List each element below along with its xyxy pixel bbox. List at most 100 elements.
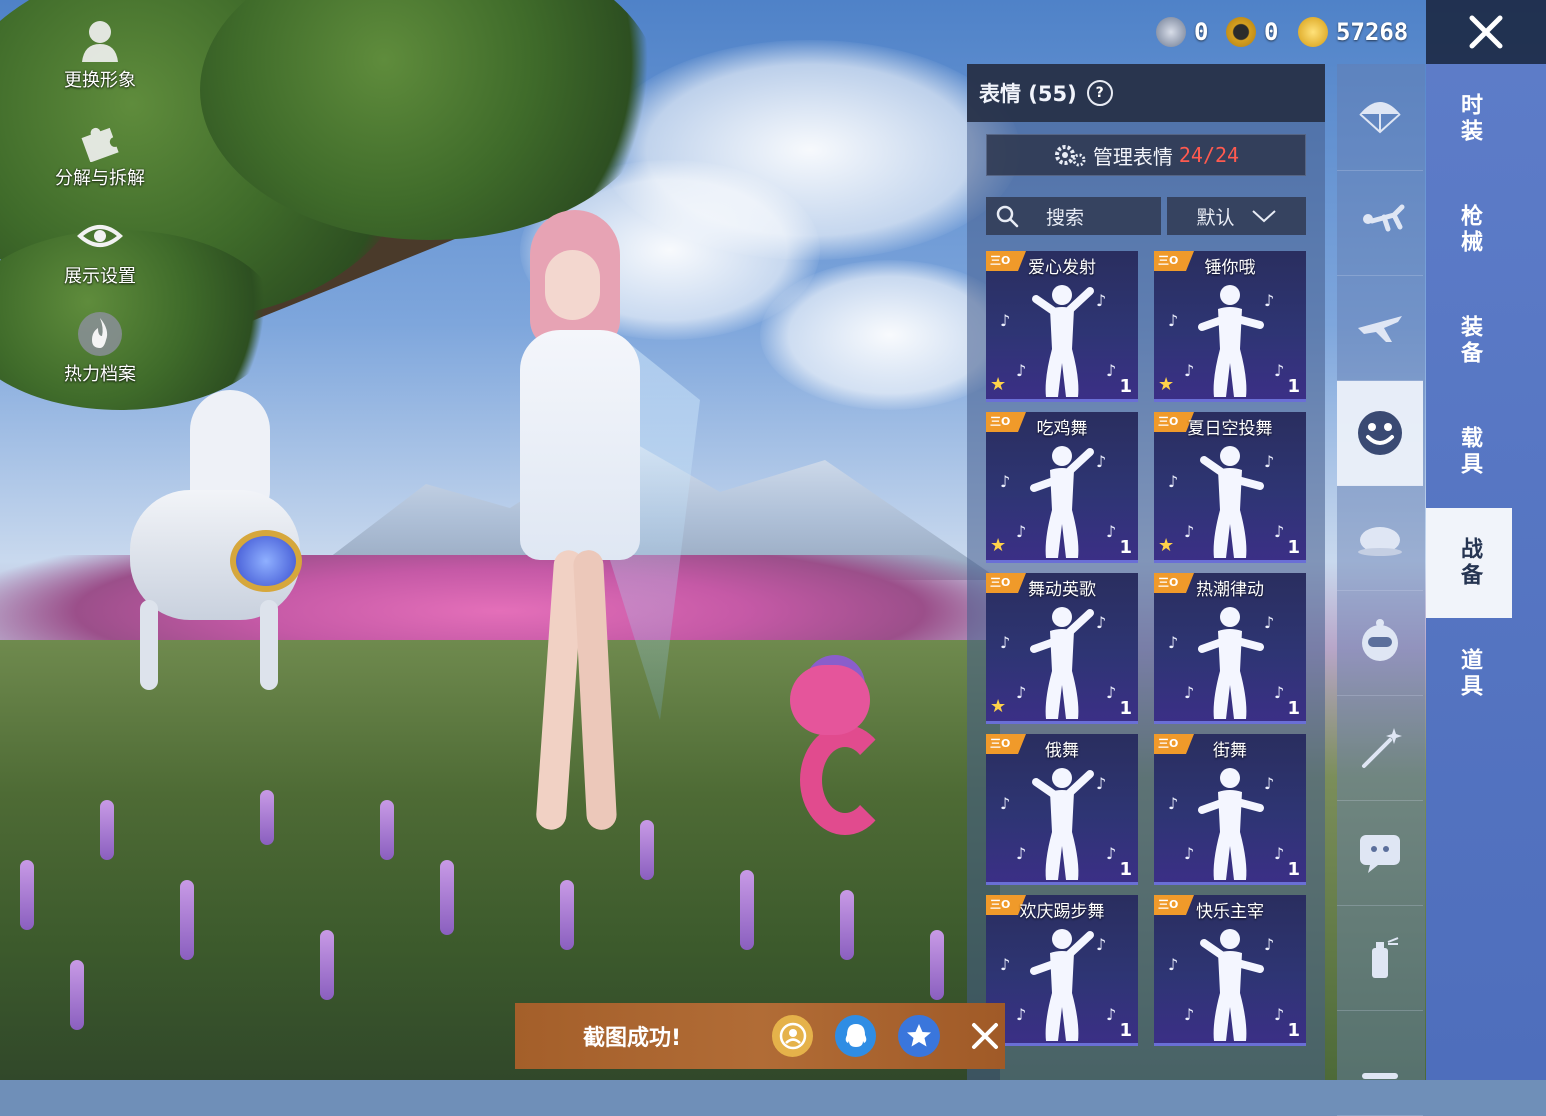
pink-dragon-pet (780, 655, 910, 845)
category-robot-pet-button[interactable] (1337, 591, 1423, 696)
tab-label: 载具 (1457, 426, 1482, 478)
lightning-coin-icon (1298, 17, 1328, 47)
emote-card[interactable]: 三O 快乐主宰 ♪ ♪ ♪ ♪ 1 (1154, 895, 1306, 1046)
heat-archive-button[interactable]: 热力档案 (40, 310, 160, 386)
music-note-icon: ♪ (1274, 844, 1285, 863)
decompose-button[interactable]: 分解与拆解 (40, 114, 160, 190)
app-share-icon (779, 1022, 806, 1050)
music-note-icon: ♪ (1106, 1005, 1117, 1024)
emote-card[interactable]: 三O 舞动英歌 ♪ ♪ ♪ ♪ ★ 1 (986, 573, 1138, 724)
currency-value: 0 (1264, 18, 1279, 46)
tab-2[interactable]: 装备 (1426, 286, 1512, 396)
category-spray-can-button[interactable] (1337, 906, 1423, 1011)
currency-value: 57268 (1336, 18, 1409, 46)
flower (740, 870, 754, 950)
magic-wand-icon (1362, 728, 1402, 768)
close-icon (1469, 15, 1503, 49)
emote-card[interactable]: 三O 夏日空投舞 ♪ ♪ ♪ ♪ ★ 1 (1154, 412, 1306, 563)
star-icon: ★ (1158, 535, 1175, 556)
category-misc-button[interactable] (1337, 1011, 1423, 1116)
emote-name: 锤你哦 (1204, 258, 1256, 278)
category-skydive-button[interactable] (1337, 171, 1423, 276)
emote-panel-title: 表情 (55) (979, 82, 1077, 106)
main-tab-column: 时装 枪械 装备载具战备道具 (1426, 64, 1546, 1080)
emote-quantity: 1 (1287, 1020, 1300, 1041)
category-parachute-button[interactable] (1337, 66, 1423, 171)
currency-lightning[interactable]: 57268 (1298, 12, 1408, 52)
emote-card[interactable]: 三O 锤你哦 ♪ ♪ ♪ ♪ ★ 1 (1154, 251, 1306, 402)
flower (930, 930, 944, 1000)
music-note-icon: ♪ (1168, 955, 1179, 974)
emote-card[interactable]: 三O 欢庆踢步舞 ♪ ♪ ♪ ♪ 1 (986, 895, 1138, 1046)
emote-figure-icon (1030, 446, 1094, 558)
category-smiley-emote-button[interactable] (1337, 381, 1423, 486)
flower (560, 880, 574, 950)
close-button[interactable] (1426, 0, 1546, 64)
tab-label: 道具 (1457, 648, 1482, 700)
skydive-icon (1363, 204, 1405, 232)
emote-card[interactable]: 三O 热潮律动 ♪ ♪ ♪ ♪ 1 (1154, 573, 1306, 724)
music-note-icon: ♪ (1184, 844, 1195, 863)
music-note-icon: ♪ (1264, 452, 1275, 471)
music-note-icon: ♪ (1274, 683, 1285, 702)
tab-3[interactable]: 载具 (1426, 397, 1512, 507)
star-icon: ★ (990, 535, 1007, 556)
tab-4[interactable]: 战备 (1426, 508, 1512, 618)
tab-0[interactable]: 时装 (1426, 64, 1512, 174)
tab-label: 战备 (1457, 537, 1482, 589)
music-note-icon: ♪ (1184, 361, 1195, 380)
sort-dropdown[interactable]: 默认 (1167, 197, 1306, 235)
share-app-button[interactable] (771, 1015, 814, 1057)
emote-card[interactable]: 三O 街舞 ♪ ♪ ♪ ♪ 1 (1154, 734, 1306, 885)
emote-card[interactable]: 三O 爱心发射 ♪ ♪ ♪ ♪ ★ 1 (986, 251, 1138, 402)
qq-icon (845, 1024, 867, 1047)
emote-quantity: 1 (1287, 859, 1300, 880)
flower (840, 890, 854, 960)
currency-silver[interactable]: 0 (1156, 12, 1208, 52)
music-note-icon: ♪ (1264, 291, 1275, 310)
change-appearance-button[interactable]: 更换形象 (40, 16, 160, 92)
music-note-icon: ♪ (1168, 311, 1179, 330)
armored-horse-pet (120, 380, 310, 700)
emote-card[interactable]: 三O 吃鸡舞 ♪ ♪ ♪ ♪ ★ 1 (986, 412, 1138, 563)
emote-card[interactable]: 三O 俄舞 ♪ ♪ ♪ ♪ 1 (986, 734, 1138, 885)
gears-icon (1054, 145, 1086, 167)
chat-bubble-icon (1360, 835, 1400, 873)
gold-token-icon (1226, 17, 1256, 47)
category-roast-chicken-button[interactable] (1337, 486, 1423, 591)
emote-name: 街舞 (1213, 741, 1247, 761)
smiley-emote-icon (1358, 411, 1402, 455)
music-note-icon: ♪ (1016, 844, 1027, 863)
share-qzone-button[interactable] (898, 1015, 940, 1057)
emote-name: 快乐主宰 (1196, 902, 1264, 922)
emote-quantity: 1 (1119, 859, 1132, 880)
emote-quantity: 1 (1119, 537, 1132, 558)
category-airplane-button[interactable] (1337, 276, 1423, 381)
toast-close-button[interactable] (966, 1016, 1005, 1056)
tab-1[interactable]: 枪械 (1426, 175, 1512, 285)
search-icon (996, 205, 1019, 228)
help-icon[interactable]: ? (1086, 80, 1113, 106)
currency-gold-token[interactable]: 0 (1226, 12, 1278, 52)
tab-5[interactable]: 道具 (1426, 619, 1512, 729)
flower (320, 930, 334, 1000)
manage-emotes-button[interactable]: 管理表情 24/24 (986, 134, 1306, 176)
flower (20, 860, 34, 930)
emote-quantity: 1 (1287, 537, 1300, 558)
share-qq-button[interactable] (835, 1015, 877, 1057)
search-input[interactable]: 搜索 (986, 197, 1161, 235)
emote-quantity: 1 (1119, 376, 1132, 397)
emote-quantity: 1 (1119, 698, 1132, 719)
emote-figure-icon (1030, 607, 1094, 719)
airplane-icon (1358, 316, 1402, 342)
music-note-icon: ♪ (1184, 1005, 1195, 1024)
music-note-icon: ♪ (1000, 472, 1011, 491)
display-settings-button[interactable]: 展示设置 (40, 212, 160, 288)
music-note-icon: ♪ (1000, 311, 1011, 330)
category-magic-wand-button[interactable] (1337, 696, 1423, 801)
flower (180, 880, 194, 960)
music-note-icon: ♪ (1000, 633, 1011, 652)
music-note-icon: ♪ (1274, 1005, 1285, 1024)
player-character (430, 210, 700, 850)
category-chat-bubble-button[interactable] (1337, 801, 1423, 906)
